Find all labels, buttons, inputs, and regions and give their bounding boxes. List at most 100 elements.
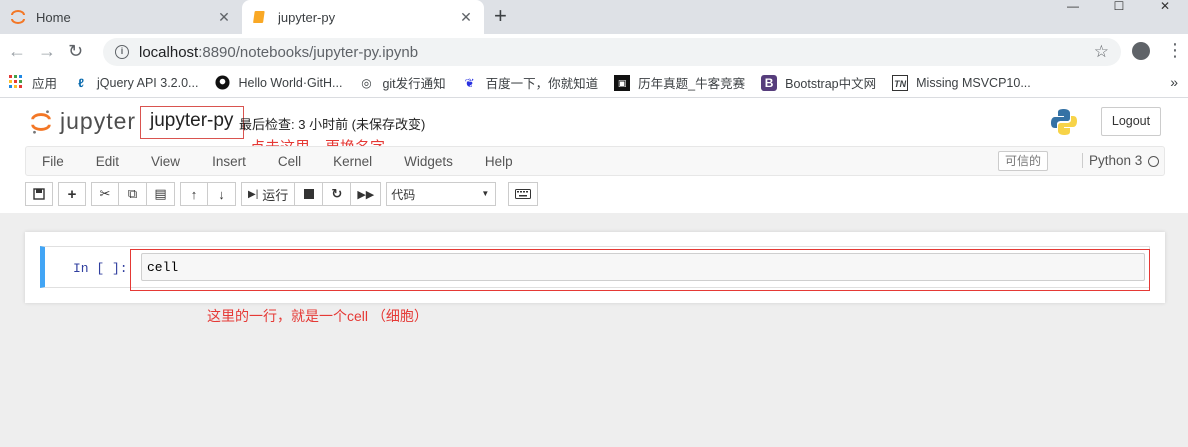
bookmark-jquery[interactable]: ℓ jQuery API 3.2.0... bbox=[73, 75, 198, 91]
cell-highlight-box bbox=[130, 249, 1150, 291]
menu-widgets[interactable]: Widgets bbox=[388, 154, 469, 169]
bookmark-label: Missing MSVCP10... bbox=[916, 75, 1031, 90]
jupyter-favicon-icon bbox=[11, 10, 25, 24]
info-icon[interactable]: i bbox=[115, 45, 129, 59]
menu-insert[interactable]: Insert bbox=[196, 154, 262, 169]
bookmark-git[interactable]: ◎ git发行通知 bbox=[358, 73, 445, 92]
copy-button[interactable]: ⧉ bbox=[119, 182, 147, 206]
bookmark-msvcp[interactable]: TN Missing MSVCP10... bbox=[892, 74, 1031, 91]
menu-view[interactable]: View bbox=[135, 154, 196, 169]
nowcoder-icon: ▣ bbox=[614, 74, 631, 91]
kernel-name[interactable]: Python 3 bbox=[1082, 153, 1142, 168]
interrupt-button[interactable] bbox=[295, 182, 324, 206]
close-tab-icon[interactable]: ✕ bbox=[458, 9, 474, 26]
jupyter-logo[interactable]: jupyter bbox=[30, 108, 136, 135]
bookmarks-overflow-icon[interactable]: » bbox=[1170, 74, 1178, 90]
new-tab-icon[interactable]: + bbox=[494, 5, 507, 27]
dropdown-caret-icon: ▼ bbox=[481, 189, 490, 198]
fast-forward-icon: ▶▶ bbox=[357, 188, 375, 201]
bookmark-bootstrap[interactable]: B Bootstrap中文网 bbox=[761, 73, 876, 92]
restart-run-all-button[interactable]: ▶▶ bbox=[351, 182, 382, 206]
bookmark-github[interactable]: Hello World·GitH... bbox=[214, 74, 343, 91]
jupyter-header: jupyter jupyter-py 最后检查: 3 小时前 (未保存改变) 点… bbox=[0, 98, 1188, 213]
menu-help[interactable]: Help bbox=[469, 154, 529, 169]
save-icon bbox=[33, 188, 45, 200]
reload-icon[interactable]: ↻ bbox=[68, 40, 83, 62]
paste-button[interactable]: ▤ bbox=[147, 182, 175, 206]
github-icon bbox=[214, 74, 230, 91]
cell-annotation: 这里的一行，就是一个cell （细胞） bbox=[207, 308, 428, 324]
bookmarks-bar: 应用 ℓ jQuery API 3.2.0... Hello World·Git… bbox=[0, 68, 1188, 98]
copy-icon: ⧉ bbox=[127, 186, 138, 201]
plus-icon: + bbox=[67, 185, 77, 203]
bookmark-label: 百度一下，你就知道 bbox=[485, 77, 599, 91]
restart-icon: ↻ bbox=[331, 186, 343, 201]
scissors-icon: ✂ bbox=[99, 186, 111, 201]
back-arrow-icon[interactable]: ← bbox=[8, 40, 26, 62]
more-menu-icon[interactable]: ⋮ bbox=[1166, 40, 1184, 60]
bookmark-baidu[interactable]: ❦ 百度一下，你就知道 bbox=[462, 73, 599, 92]
step-forward-icon: ▶| bbox=[248, 188, 259, 200]
bookmark-label: jQuery API 3.2.0... bbox=[97, 75, 199, 90]
bookmark-nowcoder[interactable]: ▣ 历年真题_牛客竞赛 bbox=[614, 73, 745, 92]
move-down-button[interactable]: ↓ bbox=[208, 182, 236, 206]
notebook-name[interactable]: jupyter-py bbox=[150, 110, 233, 132]
notebook-menubar: File Edit View Insert Cell Kernel Widget… bbox=[25, 146, 1165, 176]
trusted-badge[interactable]: 可信的 bbox=[998, 151, 1049, 171]
url-input[interactable]: i localhost :8890/notebooks/jupyter-py.i… bbox=[103, 38, 1121, 66]
url-host: localhost bbox=[139, 43, 199, 61]
baidu-paw-icon: ❦ bbox=[464, 75, 475, 90]
forward-arrow-icon[interactable]: → bbox=[38, 40, 56, 62]
save-button[interactable] bbox=[25, 182, 53, 206]
menu-edit[interactable]: Edit bbox=[80, 154, 135, 169]
jquery-icon: ℓ bbox=[78, 75, 84, 90]
tab-label: Home bbox=[36, 9, 71, 25]
bookmark-apps[interactable]: 应用 bbox=[8, 73, 57, 92]
logout-button[interactable]: Logout bbox=[1101, 107, 1161, 136]
arrow-up-icon: ↑ bbox=[190, 186, 198, 202]
tab-jupyter-py[interactable]: jupyter-py ✕ bbox=[242, 0, 484, 34]
menu-kernel[interactable]: Kernel bbox=[317, 154, 388, 169]
arrow-down-icon: ↓ bbox=[218, 186, 225, 202]
notebook-toolbar: + ✂ ⧉ ▤ ↑ ↓ ▶| 运行 ↻ ▶▶ 代码 ▼ bbox=[25, 182, 539, 206]
cut-button[interactable]: ✂ bbox=[91, 182, 119, 206]
minimize-icon[interactable]: — bbox=[1050, 0, 1096, 14]
tab-home[interactable]: Home ✕ bbox=[0, 0, 242, 34]
run-button[interactable]: ▶| 运行 bbox=[241, 182, 296, 206]
url-path: :8890/notebooks/jupyter-py.ipynb bbox=[198, 43, 419, 61]
browser-tab-strip: Home ✕ jupyter-py ✕ + — ☐ ✕ bbox=[0, 0, 1188, 34]
close-tab-icon[interactable]: ✕ bbox=[216, 9, 232, 26]
notebook-favicon-icon bbox=[253, 11, 265, 23]
menu-cell[interactable]: Cell bbox=[262, 154, 317, 169]
insert-cell-button[interactable]: + bbox=[58, 182, 86, 206]
bookmark-star-icon[interactable]: ☆ bbox=[1094, 42, 1109, 62]
cell-type-value: 代码 bbox=[391, 187, 416, 202]
python-logo-icon bbox=[1051, 109, 1077, 135]
tab-label: jupyter-py bbox=[278, 9, 336, 25]
profile-avatar-icon[interactable] bbox=[1132, 42, 1150, 60]
checkpoint-status: 最后检查: 3 小时前 (未保存改变) bbox=[239, 117, 426, 132]
bootstrap-icon: B bbox=[761, 74, 778, 91]
jupyter-logo-text: jupyter bbox=[60, 108, 137, 134]
bookmark-label: Hello World·GitH... bbox=[238, 75, 343, 90]
bookmark-label: Bootstrap中文网 bbox=[785, 77, 877, 91]
tn-icon: TN bbox=[892, 74, 909, 91]
jupyter-logo-icon bbox=[31, 109, 51, 134]
bookmark-label: 历年真题_牛客竞赛 bbox=[638, 77, 746, 91]
run-label: 运行 bbox=[262, 187, 289, 203]
window-controls: — ☐ ✕ bbox=[1050, 0, 1188, 14]
paste-icon: ▤ bbox=[154, 186, 167, 201]
kernel-idle-icon bbox=[1148, 156, 1159, 167]
close-window-icon[interactable]: ✕ bbox=[1142, 0, 1188, 14]
bookmark-label: 应用 bbox=[32, 77, 58, 91]
restart-button[interactable]: ↻ bbox=[323, 182, 352, 206]
maximize-icon[interactable]: ☐ bbox=[1096, 0, 1142, 14]
cell-type-select[interactable]: 代码 ▼ bbox=[386, 182, 497, 206]
menu-file[interactable]: File bbox=[26, 154, 80, 169]
apps-grid-icon bbox=[8, 74, 24, 91]
address-bar-row: ← → ↻ i localhost :8890/notebooks/jupyte… bbox=[0, 34, 1188, 68]
bookmark-label: git发行通知 bbox=[382, 77, 446, 91]
move-up-button[interactable]: ↑ bbox=[180, 182, 208, 206]
keyboard-icon bbox=[515, 189, 532, 199]
command-palette-button[interactable] bbox=[508, 182, 539, 206]
